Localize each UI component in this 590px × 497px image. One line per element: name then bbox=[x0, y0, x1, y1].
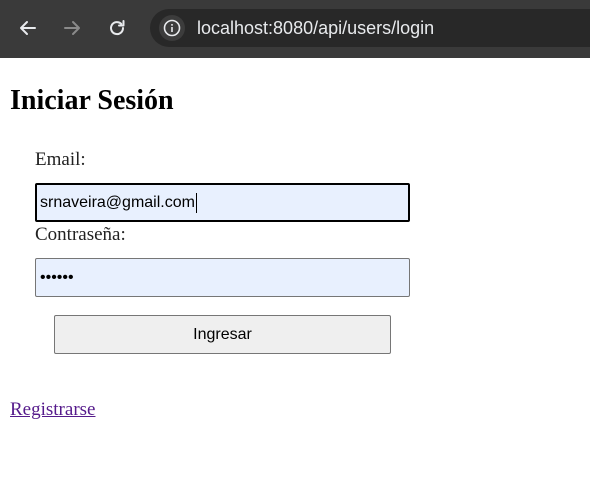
forward-button[interactable] bbox=[56, 12, 88, 44]
submit-button-label: Ingresar bbox=[193, 325, 252, 343]
email-field[interactable]: srnaveira@gmail.com bbox=[35, 183, 410, 222]
page-title: Iniciar Sesión bbox=[10, 85, 174, 116]
password-label: Contraseña: bbox=[35, 224, 126, 245]
email-label: Email: bbox=[35, 149, 86, 170]
register-link[interactable]: Registrarse bbox=[10, 399, 95, 421]
submit-button[interactable]: Ingresar bbox=[54, 315, 391, 354]
arrow-left-icon bbox=[20, 21, 36, 35]
reload-icon bbox=[110, 20, 125, 36]
password-value: •••••• bbox=[40, 269, 74, 286]
address-bar[interactable]: localhost:8080/api/users/login bbox=[150, 9, 590, 47]
text-caret bbox=[195, 192, 197, 213]
url-text[interactable]: localhost:8080/api/users/login bbox=[197, 18, 434, 38]
info-icon bbox=[163, 19, 181, 37]
back-button[interactable] bbox=[12, 12, 44, 44]
arrow-right-icon bbox=[64, 21, 80, 35]
reload-button[interactable] bbox=[101, 12, 133, 44]
email-value: srnaveira@gmail.com bbox=[40, 194, 195, 211]
site-info-button[interactable] bbox=[159, 15, 185, 41]
password-field[interactable]: •••••• bbox=[35, 258, 410, 297]
browser-toolbar: localhost:8080/api/users/login bbox=[0, 0, 590, 58]
